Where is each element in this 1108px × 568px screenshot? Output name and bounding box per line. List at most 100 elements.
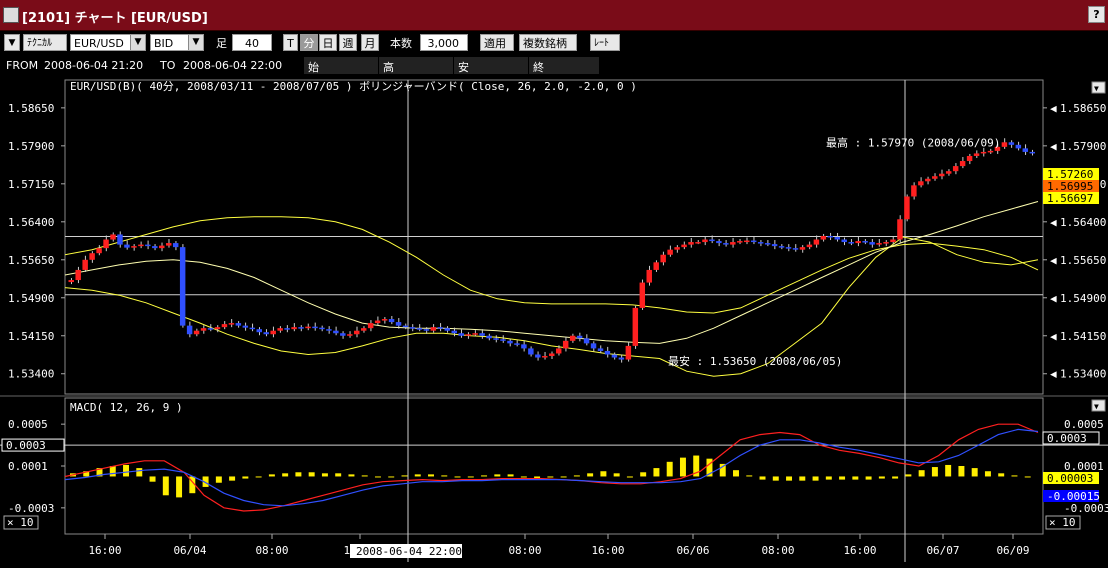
candle-body [388,319,395,323]
count-input[interactable]: 3,000 [420,34,468,51]
candle-body [270,330,276,335]
macd-histogram-bar [335,473,342,477]
candle-body [757,242,764,244]
candle-body [214,327,221,330]
macd-histogram-bar [984,471,991,477]
bar-minutes-input[interactable]: 40 [232,34,272,51]
candle-body [1029,151,1035,154]
to-label: TO [160,59,176,72]
from-value: 2008-06-04 21:20 [44,59,144,72]
macd-histogram-bar [268,474,275,477]
bar-unit-button[interactable]: T [283,34,298,51]
candle-body [597,348,604,351]
count-label: 本数 [390,37,412,50]
candle-body [555,348,562,354]
macd-histogram-bar [772,476,779,481]
candle-body [730,242,736,245]
candle-body [918,181,924,186]
candle-body [340,333,346,336]
candle-body [688,242,694,245]
rate-button[interactable]: ﾚｰﾄ [590,34,620,51]
candle-body [771,244,778,247]
high-label: 高 [383,61,394,74]
candle-body [660,254,666,263]
candle-body [159,245,165,249]
bar-unit-button[interactable]: 分 [300,34,318,51]
x-tick-label: 06/06 [676,544,709,557]
candle-body [367,323,374,329]
tick-arrow-icon: ◀ [1050,140,1057,153]
price-chart[interactable]: 1.53400 1.53400◀1.54150 1.54150◀1.54900 1.5… [0,76,1108,568]
chevron-down-icon[interactable]: ▼ [1094,84,1099,93]
chevron-down-icon[interactable]: ▼ [130,35,145,50]
candle-body [576,335,583,339]
help-button[interactable]: ? [1088,6,1105,23]
crosshair-time-label: 2008-06-04 22:00 [356,545,462,558]
candle-body [883,242,889,244]
macd-histogram-bar [958,466,965,477]
macd-histogram-bar [759,476,766,480]
menu-dropdown-icon[interactable]: ▼ [4,34,20,51]
candle-body [430,327,437,331]
candle-body [110,234,116,240]
scale-multiplier-label: × 10 [7,516,34,529]
x-tick-label: 06/07 [926,544,959,557]
candle-body [333,330,339,334]
apply-button[interactable]: 適用 [480,34,514,51]
bar-unit-button[interactable]: 日 [319,34,337,51]
macd-histogram-bar [282,473,289,477]
symbol-value: EUR/USD [74,37,124,50]
macd-histogram-bar [414,474,421,477]
macd-histogram-bar [467,476,474,478]
price-type-select[interactable]: BID ▼ [150,34,204,51]
macd-histogram-bar [799,476,806,481]
window-titlebar: [2101] チャート [EUR/USD] ? [0,0,1108,31]
candle-body [583,338,590,344]
candle-body [813,239,820,245]
macd-histogram-bar [428,474,434,477]
macd-price-label: 0.00003 [1047,472,1093,485]
y-tick-label: 1.54900 [8,292,54,305]
candle-body [702,239,708,243]
technical-button[interactable]: ﾃｸﾆｶﾙ [23,34,67,51]
candle-body [172,243,179,248]
chevron-down-icon[interactable]: ▼ [188,35,203,50]
macd-histogram-bar [494,474,501,477]
macd-histogram-bar [825,476,832,480]
y-tick-label: 1.54900 [1060,292,1106,305]
macd-y-tick-label: -0.0003 [8,502,54,515]
candle-body [646,269,652,283]
window-title: [2101] チャート [EUR/USD] [22,11,208,26]
candle-body [138,244,144,247]
chevron-down-icon[interactable]: ▼ [1094,402,1099,411]
macd-histogram-bar [547,476,554,478]
x-tick-label: 08:00 [508,544,541,557]
candle-body [987,150,994,153]
candle-body [542,356,548,358]
bar-unit-button[interactable]: 月 [361,34,379,51]
candle-body [207,328,214,330]
candle-body [165,243,172,246]
y-tick-label: 1.55650 [1060,254,1106,267]
close-label: 終 [533,61,544,74]
macd-histogram-bar [931,467,938,477]
candle-body [284,328,290,330]
candle-body [493,338,499,340]
x-tick-label: 06/09 [996,544,1029,557]
symbol-select[interactable]: EUR/USD ▼ [70,34,146,51]
macd-histogram-bar [441,475,448,477]
multi-symbol-button[interactable]: 複数銘柄 [519,34,577,51]
y-tick-label: 1.58650 [1060,102,1106,115]
candle-body [179,247,186,326]
candle-body [632,307,639,346]
candle-body [514,343,520,345]
candle-body [869,242,875,245]
macd-histogram-bar [812,476,819,481]
candle-body [897,219,903,240]
candle-body [458,333,464,336]
macd-y-tick-label: -0.0003 [1064,502,1108,515]
bar-unit-button[interactable]: 週 [339,34,357,51]
candle-body [569,335,576,341]
candle-body [1008,142,1015,145]
macd-histogram-bar [149,476,156,482]
